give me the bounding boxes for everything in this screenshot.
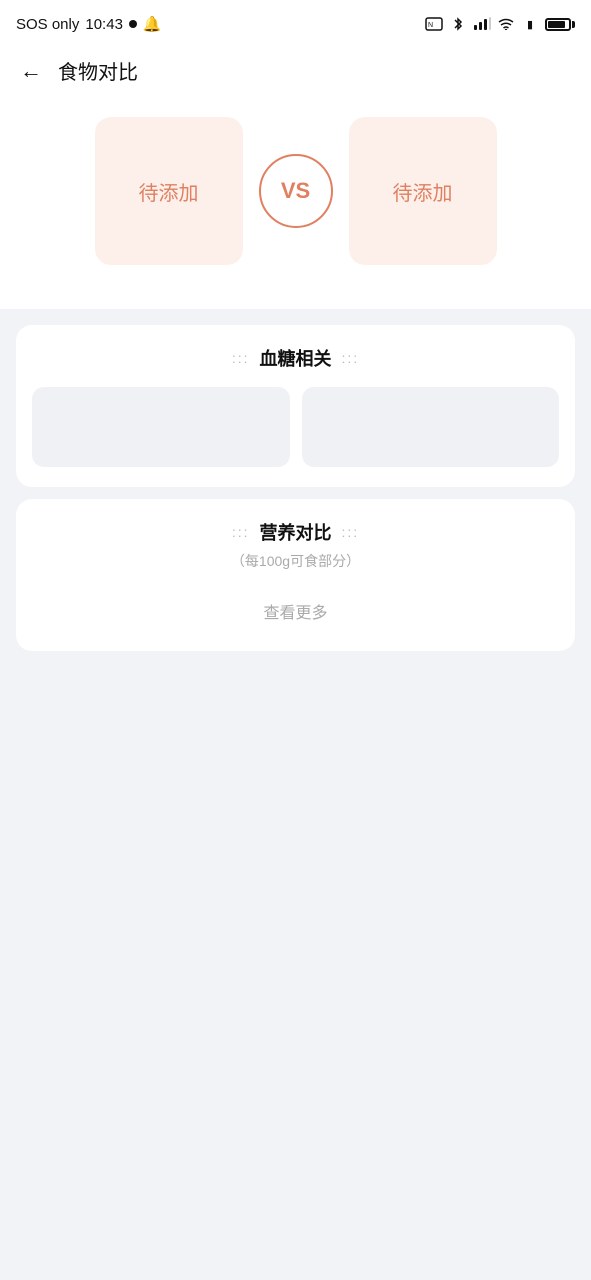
nutrition-dots-left: ::: xyxy=(232,524,250,540)
wifi-icon xyxy=(497,17,515,31)
see-more-button[interactable]: 查看更多 xyxy=(32,591,559,631)
blood-sugar-dots-right: ::: xyxy=(342,350,360,366)
svg-text:N: N xyxy=(428,22,433,29)
nutrition-title: 营养对比 xyxy=(260,519,332,545)
compare-area: 待添加 VS 待添加 xyxy=(0,97,591,309)
nutrition-title-row: ::: 营养对比 ::: xyxy=(32,519,559,545)
blood-sugar-left-placeholder xyxy=(32,387,290,467)
blood-sugar-right-placeholder xyxy=(302,387,560,467)
blood-sugar-dots-left: ::: xyxy=(232,350,250,366)
blood-sugar-card: ::: 血糖相关 ::: xyxy=(16,325,575,487)
signal-icon xyxy=(473,17,491,31)
header: ← 食物对比 xyxy=(0,44,591,97)
vs-badge: VS xyxy=(259,154,333,228)
status-bar-right: N ▮ xyxy=(425,17,575,31)
battery-indicator-icon: ▮ xyxy=(521,17,539,31)
status-bar-left: SOS only 10:43 🔔 xyxy=(16,15,162,33)
status-bar: SOS only 10:43 🔔 N xyxy=(0,0,591,44)
nutrition-subtitle: （每100g可食部分） xyxy=(32,551,559,571)
blood-sugar-title: 血糖相关 xyxy=(260,345,332,371)
dot-icon xyxy=(129,20,137,28)
bluetooth-icon xyxy=(449,17,467,31)
time-text: 10:43 xyxy=(85,16,123,33)
sos-text: SOS only xyxy=(16,16,79,33)
battery-icon xyxy=(545,18,575,31)
nutrition-card: ::: 营养对比 ::: （每100g可食部分） 查看更多 xyxy=(16,499,575,651)
back-button[interactable]: ← xyxy=(20,60,42,82)
bell-icon: 🔔 xyxy=(143,15,162,33)
blood-sugar-title-row: ::: 血糖相关 ::: xyxy=(32,345,559,371)
nfc-icon: N xyxy=(425,17,443,31)
main-content: ::: 血糖相关 ::: ::: 营养对比 ::: （每100g可食部分） 查看… xyxy=(0,309,591,667)
page-title: 食物对比 xyxy=(58,56,138,85)
compare-row: 待添加 VS 待添加 xyxy=(0,97,591,285)
food-right-button[interactable]: 待添加 xyxy=(349,117,497,265)
blood-sugar-placeholders xyxy=(32,387,559,467)
food-left-button[interactable]: 待添加 xyxy=(95,117,243,265)
nutrition-dots-right: ::: xyxy=(342,524,360,540)
